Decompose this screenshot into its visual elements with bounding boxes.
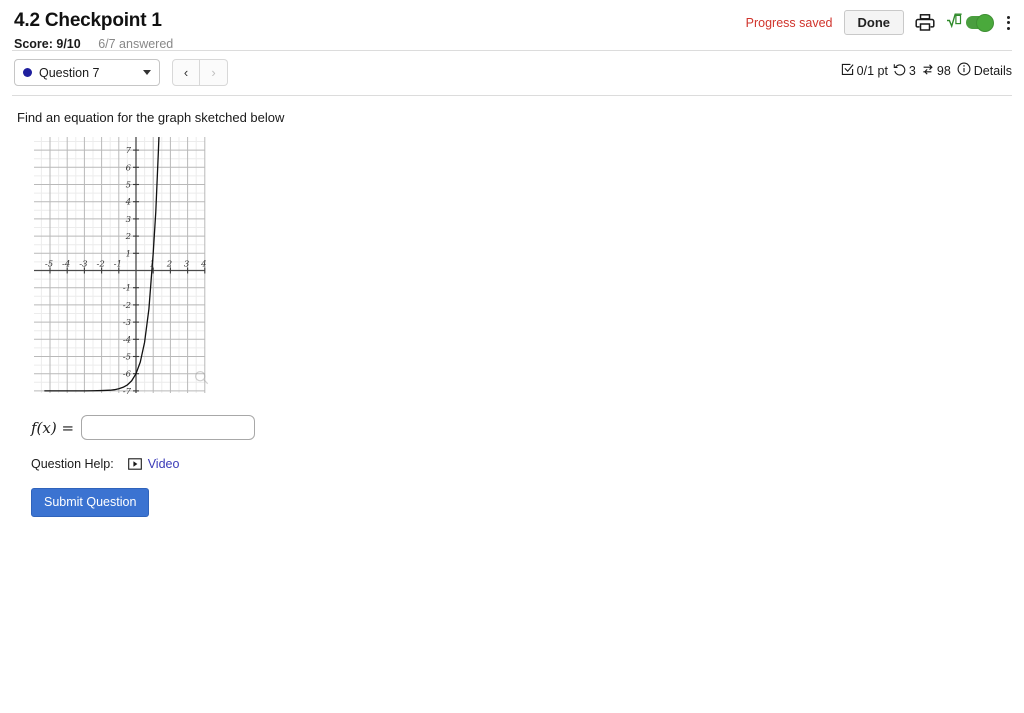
svg-text:-7: -7 — [123, 387, 132, 397]
previous-question-button[interactable]: ‹ — [172, 59, 200, 86]
toggle-knob — [976, 13, 994, 32]
question-prompt: Find an equation for the graph sketched … — [17, 110, 285, 125]
info-circle-icon — [957, 62, 971, 79]
details-label: Details — [973, 63, 1012, 78]
kebab-dot-1 — [1007, 15, 1010, 19]
versions-group: 98 — [921, 63, 951, 79]
question-help-row: Question Help: Video — [31, 457, 1010, 471]
svg-text:1: 1 — [126, 249, 131, 259]
svg-text:-1: -1 — [123, 284, 131, 294]
question-status-dot — [23, 68, 32, 77]
svg-text:-2: -2 — [123, 301, 131, 311]
points-group: 0/1 pt — [841, 63, 888, 79]
svg-text:7: 7 — [126, 146, 132, 156]
magnifier-icon[interactable] — [194, 370, 209, 390]
question-content: Find an equation for the graph sketched … — [0, 94, 1024, 517]
attempts-group: 3 — [893, 63, 916, 79]
exponential-graph: -5-4-3-2-11234587654321-1-2-3-4-5-6-7-8 — [31, 94, 224, 414]
svg-text:-4: -4 — [123, 335, 131, 345]
svg-text:-4: -4 — [62, 260, 70, 270]
svg-text:-5: -5 — [123, 353, 131, 363]
done-button[interactable]: Done — [843, 10, 904, 35]
svg-text:6: 6 — [126, 163, 132, 173]
svg-text:2: 2 — [166, 260, 172, 270]
undo-arrow-icon — [893, 63, 906, 79]
chevron-down-icon — [143, 70, 151, 75]
answer-input[interactable] — [81, 415, 256, 440]
svg-text:4: 4 — [200, 260, 206, 270]
svg-text:-6: -6 — [123, 370, 132, 380]
svg-text:3: 3 — [126, 215, 131, 225]
video-play-icon[interactable] — [127, 458, 142, 470]
header-actions: Progress saved Done — [746, 10, 1014, 35]
toggle-track[interactable] — [966, 13, 994, 32]
svg-text:-3: -3 — [123, 318, 131, 328]
square-root-icon — [946, 12, 963, 33]
question-select[interactable]: Question 7 — [14, 59, 160, 86]
submit-question-button[interactable]: Submit Question — [31, 488, 150, 517]
page-header: 4.2 Checkpoint 1 Score: 9/10 6/7 answere… — [0, 0, 1024, 52]
score-label: Score: 9/10 — [14, 37, 81, 51]
question-nav: ‹ › — [172, 59, 228, 86]
video-help-link[interactable]: Video — [148, 457, 180, 471]
answer-prefix-label: f(x) = — [31, 418, 75, 437]
swap-arrows-icon — [921, 63, 934, 79]
question-toolbar: Question 7 ‹ › 0/1 pt 3 98 Details — [0, 51, 1024, 95]
svg-text:3: 3 — [184, 260, 189, 270]
svg-text:-2: -2 — [96, 260, 104, 270]
answered-label: 6/7 answered — [98, 37, 174, 51]
points-label: 0/1 pt — [856, 63, 888, 78]
question-stats: 0/1 pt 3 98 Details — [841, 62, 1012, 79]
kebab-dot-2 — [1007, 21, 1010, 24]
next-question-button[interactable]: › — [200, 59, 228, 86]
question-help-label: Question Help: — [31, 457, 114, 471]
svg-text:5: 5 — [126, 181, 131, 191]
progress-saved-status: Progress saved — [745, 15, 833, 30]
graph-figure: -5-4-3-2-11234587654321-1-2-3-4-5-6-7-8 — [31, 94, 224, 414]
svg-text:-3: -3 — [79, 260, 87, 270]
svg-text:-1: -1 — [114, 260, 122, 270]
svg-text:2: 2 — [125, 232, 131, 242]
score-row: Score: 9/10 6/7 answered — [14, 36, 1010, 52]
checkbox-icon — [841, 63, 854, 79]
attempts-label: 3 — [908, 63, 916, 78]
svg-text:4: 4 — [125, 198, 131, 208]
math-mode-toggle[interactable] — [946, 12, 994, 33]
kebab-menu-icon[interactable] — [1003, 14, 1014, 32]
answer-row: f(x) = — [31, 415, 1010, 440]
kebab-dot-3 — [1007, 26, 1010, 30]
versions-label: 98 — [936, 63, 951, 78]
printer-icon[interactable] — [915, 13, 935, 32]
details-group[interactable]: Details — [957, 62, 1012, 79]
svg-text:-5: -5 — [45, 260, 53, 270]
question-select-label: Question 7 — [39, 65, 100, 80]
